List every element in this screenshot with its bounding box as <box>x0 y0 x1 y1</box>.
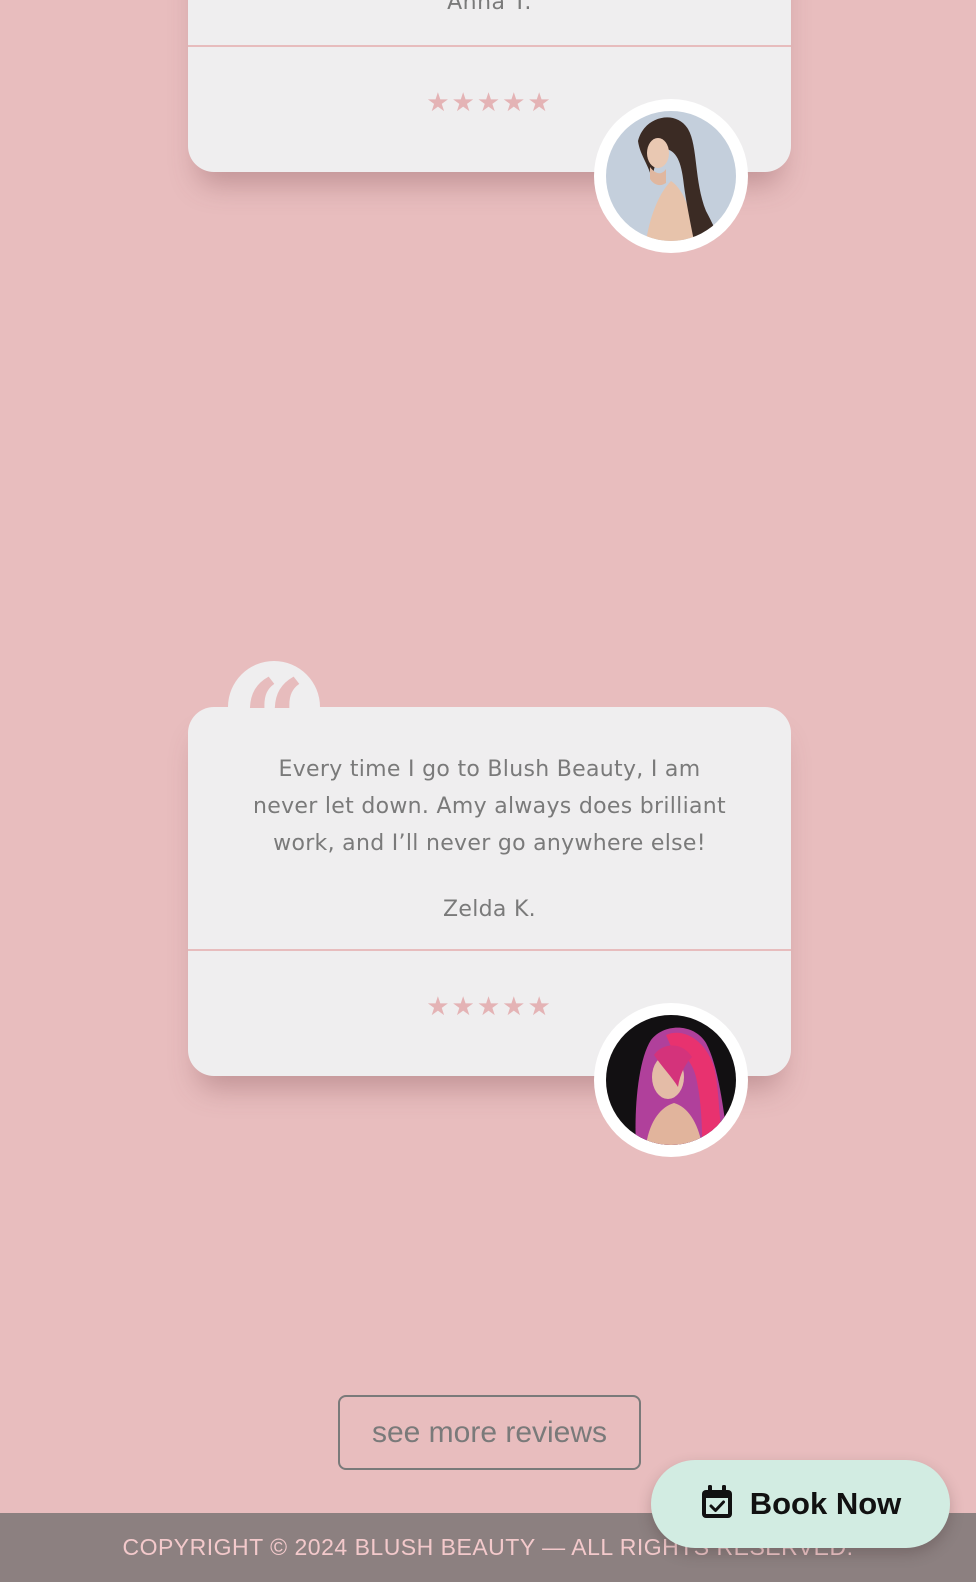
card-footer: ★★★★★ <box>188 951 791 1157</box>
review-card: “ Every time I go to Blush Beauty, I am … <box>188 655 791 1157</box>
review-card: Anna T. ★★★★★ <box>188 0 791 253</box>
card-body: Every time I go to Blush Beauty, I am ne… <box>188 707 791 949</box>
reviewer-avatar <box>594 99 748 253</box>
review-author: Anna T. <box>447 0 532 15</box>
book-now-button[interactable]: Book Now <box>651 1460 950 1548</box>
book-now-label: Book Now <box>749 1486 902 1521</box>
review-text: Every time I go to Blush Beauty, I am ne… <box>253 757 726 856</box>
calendar-check-icon <box>700 1484 734 1524</box>
review-author: Zelda K. <box>443 897 536 922</box>
card-footer: ★★★★★ <box>188 47 791 253</box>
see-more-reviews-button[interactable]: see more reviews <box>338 1395 641 1470</box>
woman-long-brown-hair-avatar <box>606 111 736 241</box>
woman-pink-purple-hair-avatar <box>606 1015 736 1145</box>
reviewer-avatar <box>594 1003 748 1157</box>
card-header: Anna T. <box>188 0 791 47</box>
